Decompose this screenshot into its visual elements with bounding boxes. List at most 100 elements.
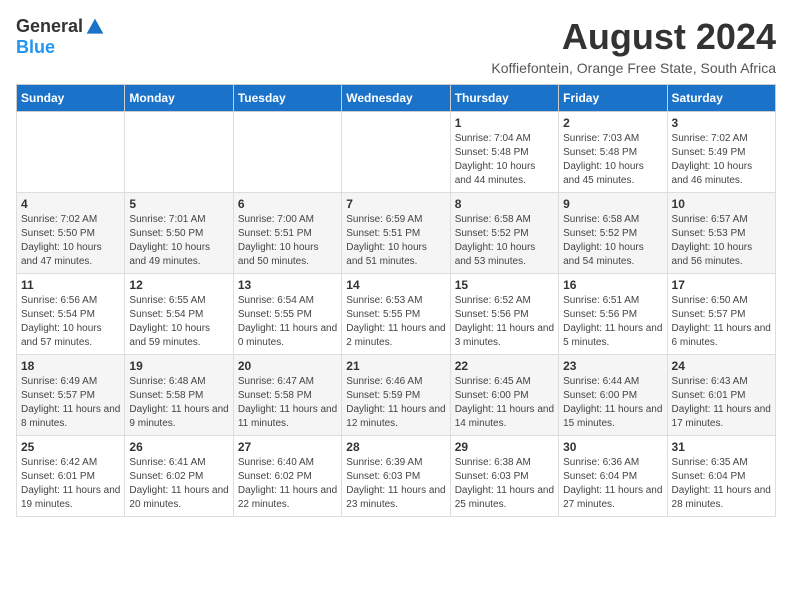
calendar-cell: 29Sunrise: 6:38 AMSunset: 6:03 PMDayligh… [450, 436, 558, 517]
day-info: Sunrise: 6:47 AMSunset: 5:58 PMDaylight:… [238, 375, 337, 431]
day-number: 16 [563, 278, 662, 292]
day-info: Sunrise: 6:49 AMSunset: 5:57 PMDaylight:… [21, 375, 120, 431]
logo-icon [85, 17, 105, 37]
calendar-cell: 12Sunrise: 6:55 AMSunset: 5:54 PMDayligh… [125, 274, 233, 355]
day-info: Sunrise: 7:03 AMSunset: 5:48 PMDaylight:… [563, 132, 662, 188]
day-number: 27 [238, 440, 337, 454]
logo-blue-text: Blue [16, 37, 55, 58]
day-info: Sunrise: 6:41 AMSunset: 6:02 PMDaylight:… [129, 456, 228, 512]
calendar-cell: 26 Sunrise: 6:41 AMSunset: 6:02 PMDayligh… [125, 436, 233, 517]
calendar-cell: 2Sunrise: 7:03 AMSunset: 5:48 PMDaylight… [559, 112, 667, 193]
day-info: Sunrise: 6:42 AMSunset: 6:01 PMDaylight:… [21, 456, 120, 512]
day-number: 24 [672, 359, 771, 373]
day-number: 9 [563, 197, 662, 211]
day-info: Sunrise: 6:38 AMSunset: 6:03 PMDaylight:… [455, 456, 554, 512]
page-subtitle: Koffiefontein, Orange Free State, South … [491, 60, 776, 76]
calendar-cell: 24 Sunrise: 6:43 AMSunset: 6:01 PMDayligh… [667, 355, 775, 436]
day-number: 26 [129, 440, 228, 454]
calendar-cell: 27 Sunrise: 6:40 AMSunset: 6:02 PMDayligh… [233, 436, 341, 517]
day-number: 17 [672, 278, 771, 292]
day-header-thursday: Thursday [450, 85, 558, 112]
calendar-cell [233, 112, 341, 193]
day-info: Sunrise: 6:45 AMSunset: 6:00 PMDaylight:… [455, 375, 554, 431]
day-info: Sunrise: 6:57 AMSunset: 5:53 PMDaylight:… [672, 213, 771, 269]
logo: General Blue [16, 16, 105, 58]
calendar-cell: 25 Sunrise: 6:42 AMSunset: 6:01 PMDayligh… [17, 436, 125, 517]
day-info: Sunrise: 6:39 AMSunset: 6:03 PMDaylight:… [346, 456, 445, 512]
calendar-cell: 4Sunrise: 7:02 AMSunset: 5:50 PMDaylight… [17, 193, 125, 274]
day-info: Sunrise: 6:58 AMSunset: 5:52 PMDaylight:… [455, 213, 554, 269]
day-number: 8 [455, 197, 554, 211]
day-header-friday: Friday [559, 85, 667, 112]
day-number: 5 [129, 197, 228, 211]
day-info: Sunrise: 7:02 AMSunset: 5:50 PMDaylight:… [21, 213, 120, 269]
day-info: Sunrise: 6:58 AMSunset: 5:52 PMDaylight:… [563, 213, 662, 269]
day-info: Sunrise: 6:48 AMSunset: 5:58 PMDaylight:… [129, 375, 228, 431]
calendar-cell: 15Sunrise: 6:52 AMSunset: 5:56 PMDayligh… [450, 274, 558, 355]
day-info: Sunrise: 6:56 AMSunset: 5:54 PMDaylight:… [21, 294, 120, 350]
day-number: 7 [346, 197, 445, 211]
calendar-cell: 19 Sunrise: 6:48 AMSunset: 5:58 PMDayligh… [125, 355, 233, 436]
day-info: Sunrise: 6:43 AMSunset: 6:01 PMDaylight:… [672, 375, 771, 431]
day-number: 23 [563, 359, 662, 373]
calendar-cell: 21Sunrise: 6:46 AMSunset: 5:59 PMDayligh… [342, 355, 450, 436]
title-section: August 2024 Koffiefontein, Orange Free S… [491, 16, 776, 76]
day-number: 10 [672, 197, 771, 211]
day-info: Sunrise: 7:04 AMSunset: 5:48 PMDaylight:… [455, 132, 554, 188]
calendar-cell [125, 112, 233, 193]
calendar-cell: 11 Sunrise: 6:56 AMSunset: 5:54 PMDayligh… [17, 274, 125, 355]
day-number: 30 [563, 440, 662, 454]
calendar-cell: 1 Sunrise: 7:04 AMSunset: 5:48 PMDaylight… [450, 112, 558, 193]
calendar-week-4: 18 Sunrise: 6:49 AMSunset: 5:57 PMDayligh… [17, 355, 776, 436]
day-info: Sunrise: 7:00 AMSunset: 5:51 PMDaylight:… [238, 213, 337, 269]
day-info: Sunrise: 6:36 AMSunset: 6:04 PMDaylight:… [563, 456, 662, 512]
calendar-week-1: 1 Sunrise: 7:04 AMSunset: 5:48 PMDaylight… [17, 112, 776, 193]
day-header-saturday: Saturday [667, 85, 775, 112]
calendar-cell: 31Sunrise: 6:35 AMSunset: 6:04 PMDayligh… [667, 436, 775, 517]
calendar-cell: 10 Sunrise: 6:57 AMSunset: 5:53 PMDayligh… [667, 193, 775, 274]
day-info: Sunrise: 6:46 AMSunset: 5:59 PMDaylight:… [346, 375, 445, 431]
day-info: Sunrise: 6:35 AMSunset: 6:04 PMDaylight:… [672, 456, 771, 512]
day-info: Sunrise: 7:01 AMSunset: 5:50 PMDaylight:… [129, 213, 228, 269]
day-number: 3 [672, 116, 771, 130]
calendar-cell [17, 112, 125, 193]
calendar-cell: 28 Sunrise: 6:39 AMSunset: 6:03 PMDayligh… [342, 436, 450, 517]
day-info: Sunrise: 6:54 AMSunset: 5:55 PMDaylight:… [238, 294, 337, 350]
day-info: Sunrise: 6:44 AMSunset: 6:00 PMDaylight:… [563, 375, 662, 431]
day-number: 20 [238, 359, 337, 373]
calendar-cell: 22 Sunrise: 6:45 AMSunset: 6:00 PMDayligh… [450, 355, 558, 436]
day-header-monday: Monday [125, 85, 233, 112]
day-number: 14 [346, 278, 445, 292]
calendar-week-3: 11 Sunrise: 6:56 AMSunset: 5:54 PMDayligh… [17, 274, 776, 355]
day-header-sunday: Sunday [17, 85, 125, 112]
calendar-cell: 16 Sunrise: 6:51 AMSunset: 5:56 PMDayligh… [559, 274, 667, 355]
day-header-wednesday: Wednesday [342, 85, 450, 112]
calendar-header-row: SundayMondayTuesdayWednesdayThursdayFrid… [17, 85, 776, 112]
page-header: General Blue August 2024 Koffiefontein, … [16, 16, 776, 76]
calendar-cell [342, 112, 450, 193]
day-number: 11 [21, 278, 120, 292]
day-number: 15 [455, 278, 554, 292]
day-number: 1 [455, 116, 554, 130]
day-info: Sunrise: 6:40 AMSunset: 6:02 PMDaylight:… [238, 456, 337, 512]
calendar-cell: 17 Sunrise: 6:50 AMSunset: 5:57 PMDayligh… [667, 274, 775, 355]
calendar-cell: 18 Sunrise: 6:49 AMSunset: 5:57 PMDayligh… [17, 355, 125, 436]
day-info: Sunrise: 6:51 AMSunset: 5:56 PMDaylight:… [563, 294, 662, 350]
calendar-cell: 13Sunrise: 6:54 AMSunset: 5:55 PMDayligh… [233, 274, 341, 355]
calendar-cell: 8 Sunrise: 6:58 AMSunset: 5:52 PMDaylight… [450, 193, 558, 274]
day-info: Sunrise: 6:50 AMSunset: 5:57 PMDaylight:… [672, 294, 771, 350]
calendar-week-5: 25 Sunrise: 6:42 AMSunset: 6:01 PMDayligh… [17, 436, 776, 517]
calendar-cell: 23 Sunrise: 6:44 AMSunset: 6:00 PMDayligh… [559, 355, 667, 436]
calendar-cell: 9 Sunrise: 6:58 AMSunset: 5:52 PMDaylight… [559, 193, 667, 274]
day-number: 18 [21, 359, 120, 373]
day-number: 25 [21, 440, 120, 454]
day-number: 22 [455, 359, 554, 373]
page-title: August 2024 [491, 16, 776, 58]
day-number: 19 [129, 359, 228, 373]
day-number: 28 [346, 440, 445, 454]
day-info: Sunrise: 6:55 AMSunset: 5:54 PMDaylight:… [129, 294, 228, 350]
calendar-cell: 6Sunrise: 7:00 AMSunset: 5:51 PMDaylight… [233, 193, 341, 274]
calendar-cell: 14Sunrise: 6:53 AMSunset: 5:55 PMDayligh… [342, 274, 450, 355]
calendar-cell: 20 Sunrise: 6:47 AMSunset: 5:58 PMDayligh… [233, 355, 341, 436]
day-header-tuesday: Tuesday [233, 85, 341, 112]
